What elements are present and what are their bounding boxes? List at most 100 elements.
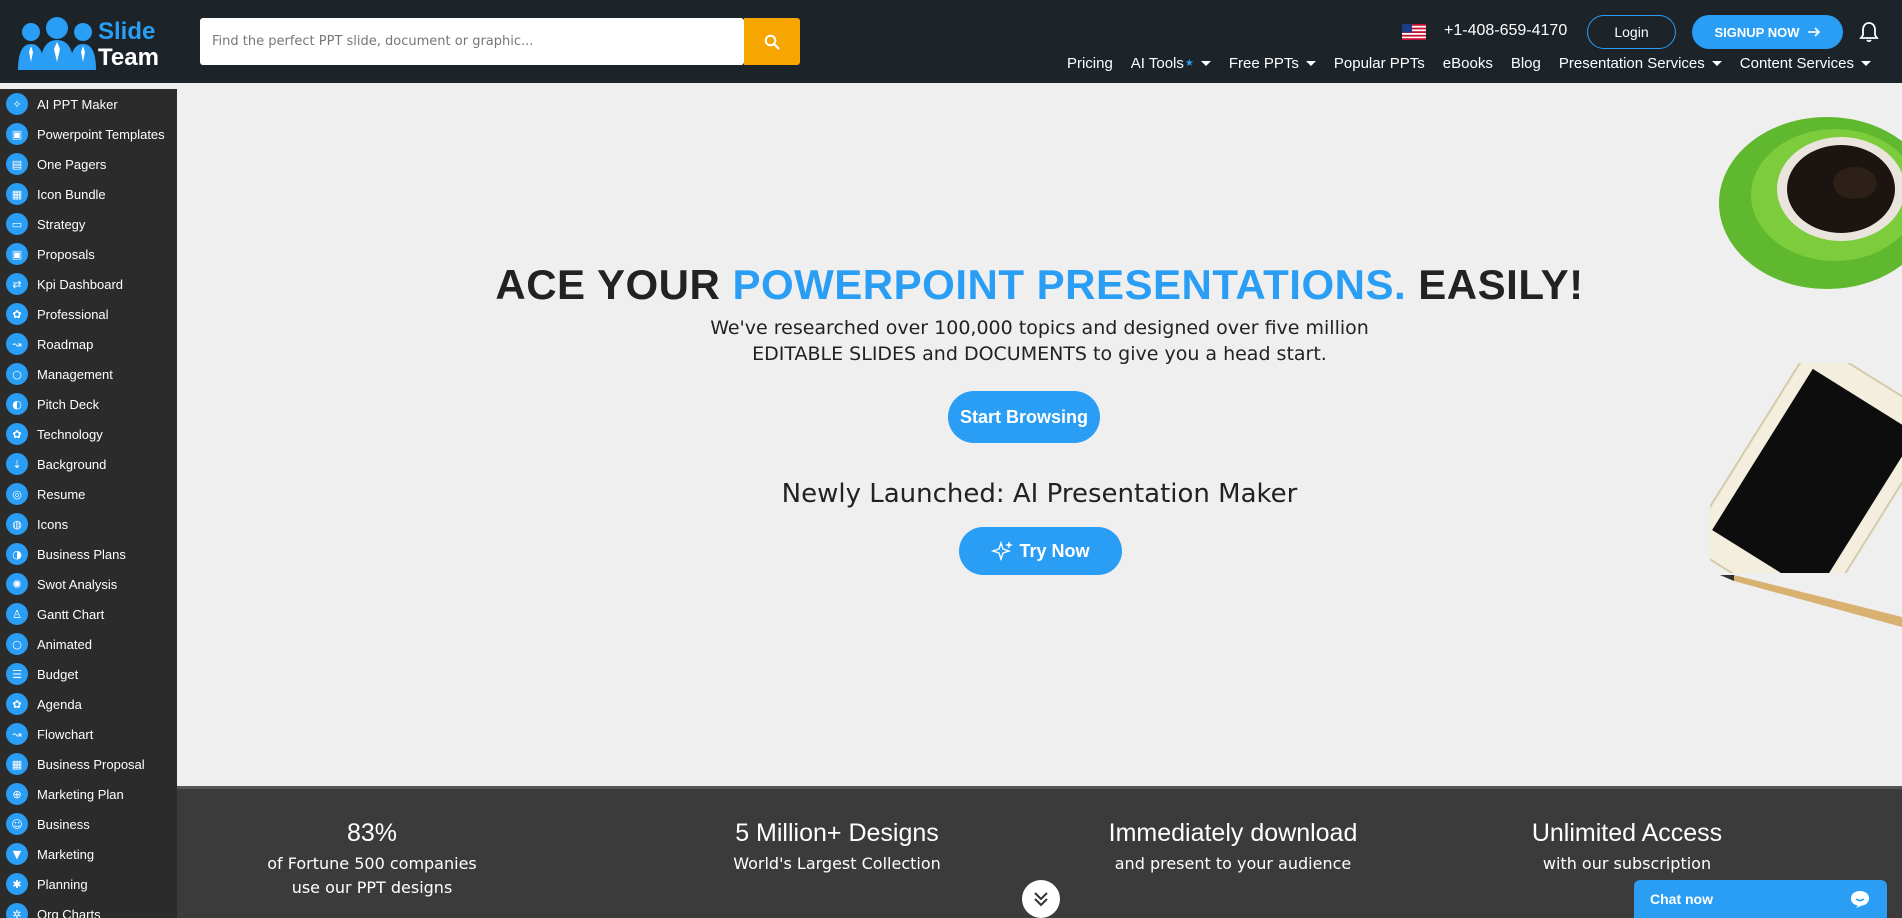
sidebar-item-marketing[interactable]: ▼ Marketing [0,839,177,869]
stat-designs: 5 Million+ Designs World's Largest Colle… [697,819,977,876]
subline-line1: We've researched over 100,000 topics and… [710,317,1369,339]
nav-ebooks[interactable]: eBooks [1434,55,1502,72]
sidebar-item-label: Resume [37,486,86,502]
stat-unlimited: Unlimited Access with our subscription [1492,819,1762,876]
sidebar-item-one-pagers[interactable]: ▤ One Pagers [0,149,177,179]
sidebar-item-icon-bundle[interactable]: ▦ Icon Bundle [0,179,177,209]
caret-down-icon [1305,61,1316,66]
sidebar-item-label: Business Proposal [37,756,145,772]
stat-caption: of Fortune 500 companies use our PPT des… [267,852,477,900]
sidebar-item-label: AI PPT Maker [37,96,118,112]
caret-down-icon [1861,61,1871,66]
nav-blog[interactable]: Blog [1502,55,1550,72]
sidebar-item-professional[interactable]: ✿ Professional [0,299,177,329]
stat-caption-line1: of Fortune 500 companies [267,854,477,873]
sidebar-item-business-proposal[interactable]: ▦ Business Proposal [0,749,177,779]
sidebar-item-marketing-plan[interactable]: ⊕ Marketing Plan [0,779,177,809]
sidebar-item-label: One Pagers [37,156,107,172]
sidebar-item-roadmap[interactable]: ↝ Roadmap [0,329,177,359]
background-icon: ⇣ [6,453,28,475]
sidebar-item-label: Pitch Deck [37,396,100,412]
management-icon: ○ [6,363,28,385]
sidebar-item-budget[interactable]: ☰ Budget [0,659,177,689]
sidebar-item-background[interactable]: ⇣ Background [0,449,177,479]
sidebar-item-label: Flowchart [37,726,94,742]
stat-caption: with our subscription [1492,852,1762,876]
sidebar-item-label: Marketing Plan [37,786,124,802]
sidebar-item-swot-analysis[interactable]: ✺ Swot Analysis [0,569,177,599]
stat-value: 83% [346,819,398,847]
sidebar-item-label: Org Charts [37,906,101,918]
try-now-button[interactable]: Try Now [959,527,1122,575]
search-input[interactable] [200,18,744,65]
sidebar-item-label: Gantt Chart [37,606,105,622]
sidebar-item-proposals[interactable]: ▣ Proposals [0,239,177,269]
sidebar-item-flowchart[interactable]: ↝ Flowchart [0,719,177,749]
sidebar-item-icons[interactable]: ◍ Icons [0,509,177,539]
nav-content-services[interactable]: Content Services [1731,55,1880,72]
proposals-icon: ▣ [6,243,28,265]
phone-number[interactable]: +1-408-659-4170 [1444,22,1567,40]
us-flag-icon [1402,24,1426,40]
sidebar-item-org-charts[interactable]: ✲ Org Charts [0,899,177,918]
sidebar-item-label: Business [37,816,90,832]
strategy-icon: ▭ [6,213,28,235]
nav-presentation-services[interactable]: Presentation Services [1550,55,1731,72]
business-icon: ☺ [6,813,28,835]
sidebar-item-label: Icon Bundle [37,186,106,202]
sidebar-item-kpi-dashboard[interactable]: ⇄ Kpi Dashboard [0,269,177,299]
sidebar-item-business-plans[interactable]: ◑ Business Plans [0,539,177,569]
signup-button[interactable]: SIGNUP NOW [1692,15,1843,49]
icons-icon: ◍ [6,513,28,535]
stat-caption: and present to your audience [1083,852,1383,876]
resume-icon: ◎ [6,483,28,505]
sidebar-item-label: Technology [37,426,103,442]
ai-ppt-maker-icon: ✧ [6,93,28,115]
sidebar-item-pitch-deck[interactable]: ◐ Pitch Deck [0,389,177,419]
search-icon [764,34,780,50]
sidebar-item-label: Planning [37,876,88,892]
star-icon: ★ [1184,58,1194,69]
sidebar-item-management[interactable]: ○ Management [0,359,177,389]
start-browsing-button[interactable]: Start Browsing [948,391,1100,443]
nav-free-ppts[interactable]: Free PPTs [1220,55,1325,72]
sparkle-icon [991,540,1014,562]
sidebar-item-label: Swot Analysis [37,576,118,592]
sidebar-item-resume[interactable]: ◎ Resume [0,479,177,509]
headline-accent: POWERPOINT PRESENTATIONS. [732,261,1407,308]
sidebar-item-agenda[interactable]: ✿ Agenda [0,689,177,719]
sidebar-item-animated[interactable]: ○ Animated [0,629,177,659]
professional-icon: ✿ [6,303,28,325]
sidebar-item-powerpoint-templates[interactable]: ▣ Powerpoint Templates [0,119,177,149]
sidebar-item-gantt-chart[interactable]: ♙ Gantt Chart [0,599,177,629]
budget-icon: ☰ [6,663,28,685]
chat-label: Chat now [1650,891,1713,907]
category-sidebar: ✧ AI PPT Maker ▣ Powerpoint Templates ▤ One P… [0,89,177,918]
stat-value: 5 Million+ Designs [735,819,939,847]
pitch-deck-icon: ◐ [6,393,28,415]
search-button[interactable] [744,18,800,65]
sidebar-item-ai-ppt-maker[interactable]: ✧ AI PPT Maker [0,89,177,119]
logo-text-team: Team [98,44,159,71]
sidebar-item-label: Kpi Dashboard [37,276,123,292]
sidebar-item-technology[interactable]: ✿ Technology [0,419,177,449]
chat-widget[interactable]: Chat now [1634,880,1887,918]
sidebar-item-label: Business Plans [37,546,126,562]
sidebar-item-label: Management [37,366,113,382]
nav-pricing[interactable]: Pricing [1058,55,1122,72]
slideteam-logo[interactable]: Slide Team [18,14,163,74]
sidebar-item-strategy[interactable]: ▭ Strategy [0,209,177,239]
login-button[interactable]: Login [1587,15,1676,49]
nav-popular-ppts[interactable]: Popular PPTs [1325,55,1434,72]
top-header: Slide Team +1-408-659-4170 Login SIGNUP … [0,0,1902,83]
scroll-down-button[interactable] [1022,880,1060,918]
sidebar-item-planning[interactable]: ✱ Planning [0,869,177,899]
subline-line2: EDITABLE SLIDES and DOCUMENTS to give yo… [752,343,1327,365]
double-chevron-down-icon [1034,892,1048,907]
hero-subline: We've researched over 100,000 topics and… [177,315,1902,367]
bell-icon[interactable] [1859,21,1879,43]
sidebar-item-business[interactable]: ☺ Business [0,809,177,839]
nav-ai-tools[interactable]: AI Tools ★ [1122,55,1220,72]
sidebar-item-label: Strategy [37,216,86,232]
sidebar-item-label: Background [37,456,107,472]
